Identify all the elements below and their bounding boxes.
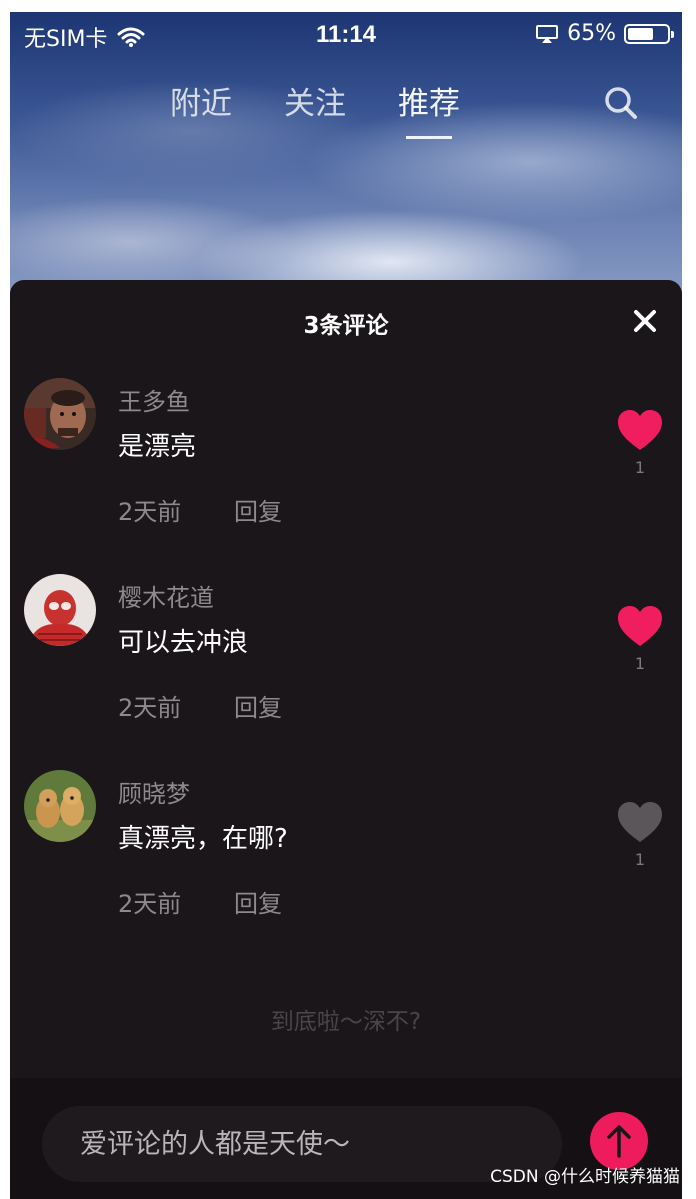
heart-icon[interactable] [616,604,664,648]
comment-item: 顾晓梦 真漂亮，在哪? 2天前 回复 1 [10,770,682,930]
heart-icon[interactable] [616,408,664,452]
battery-icon [624,23,674,44]
screen-border-right [682,0,696,1199]
video-background[interactable] [10,12,682,312]
tab-recommended-label: 推荐 [398,86,460,122]
reply-button[interactable]: 回复 [234,492,282,527]
screen-border-top [0,0,696,12]
end-of-list-text: 到底啦～深不? [270,1009,422,1035]
like-count: 1 [634,850,646,869]
comment-username[interactable]: 樱木花道 [118,578,214,613]
watermark: CSDN @什么时候养猫猫 [490,1167,680,1187]
comment-time: 2天前 [118,498,182,526]
comment-username[interactable]: 顾晓梦 [118,774,190,809]
status-bar: 无SIM卡 11:14 65% [10,12,682,56]
screen-border-left [0,0,10,1199]
feed-tabs: 附近 关注 推荐 [170,78,460,139]
battery-tip [671,30,674,38]
battery-percent: 65% [567,21,616,46]
reply-button[interactable]: 回复 [234,884,282,919]
tab-following[interactable]: 关注 [284,78,346,123]
close-icon[interactable] [632,308,658,334]
active-tab-indicator [406,136,452,139]
battery-level [628,27,653,40]
reply-button[interactable]: 回复 [234,688,282,723]
comment-item: 樱木花道 可以去冲浪 2天前 回复 1 [10,574,682,734]
comments-sheet: 3条评论 王多鱼 是漂亮 2天前 回复 1 樱木花道 可以去冲浪 2天前 回复 … [10,280,682,1199]
avatar[interactable] [24,770,96,842]
search-icon[interactable] [602,84,640,122]
like-count: 1 [634,458,646,477]
heart-icon[interactable] [616,800,664,844]
tab-nearby[interactable]: 附近 [170,78,232,123]
comment-username[interactable]: 王多鱼 [118,382,190,417]
avatar-dogs [24,770,96,842]
comment-text: 是漂亮 [118,432,197,462]
comments-title: 3条评论 [303,313,389,339]
tab-recommended[interactable]: 推荐 [398,78,460,139]
avatar[interactable] [24,378,96,450]
comment-text: 可以去冲浪 [118,628,249,658]
avatar-iron-man [24,378,96,450]
avatar-spider-man [24,574,96,646]
status-right: 65% [535,21,674,46]
comment-item: 王多鱼 是漂亮 2天前 回复 1 [10,378,682,538]
avatar[interactable] [24,574,96,646]
comment-time: 2天前 [118,890,182,918]
like-count: 1 [634,654,646,673]
comment-input[interactable] [42,1106,562,1182]
comment-time: 2天前 [118,694,182,722]
comment-text: 真漂亮，在哪? [118,824,288,854]
airplay-icon [536,24,559,43]
